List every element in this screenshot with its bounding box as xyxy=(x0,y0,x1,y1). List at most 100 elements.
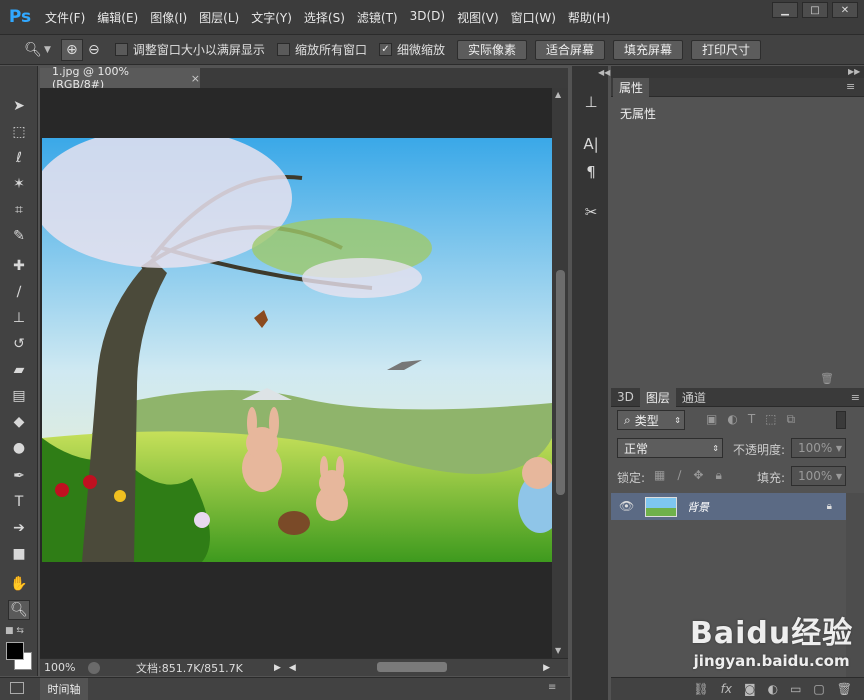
menu-3d[interactable]: 3D(D) xyxy=(404,9,451,26)
menu-view[interactable]: 视图(V) xyxy=(451,9,505,26)
vertical-scroll-thumb[interactable] xyxy=(556,270,565,495)
zoom-in-icon[interactable]: ⊕ xyxy=(60,38,83,61)
marquee-tool-icon[interactable]: ⬚ xyxy=(8,122,30,142)
clone-source-icon[interactable]: ⊥ xyxy=(580,92,602,112)
foreground-color-swatch[interactable] xyxy=(6,642,24,660)
zoom-tool-active-icon[interactable]: 🔍︎ xyxy=(8,600,30,620)
print-size-button[interactable]: 打印尺寸 xyxy=(691,39,762,60)
minimize-icon[interactable]: ▁ xyxy=(772,2,798,18)
hand-tool-icon[interactable]: ✋ xyxy=(8,574,30,594)
eraser-tool-icon[interactable]: ▰ xyxy=(8,360,30,380)
fill-screen-button[interactable]: 填充屏幕 xyxy=(613,39,684,60)
paragraph-panel-icon[interactable]: ¶ xyxy=(580,162,602,182)
menu-layer[interactable]: 图层(L) xyxy=(193,9,245,26)
tab-3d[interactable]: 3D xyxy=(611,388,640,407)
menu-edit[interactable]: 编辑(E) xyxy=(91,9,144,26)
lock-position-icon[interactable]: ✥ xyxy=(693,468,703,483)
swap-colors-icon[interactable]: ■ ⇆ xyxy=(5,626,33,638)
panel-menu-icon[interactable]: ≡ xyxy=(851,391,860,404)
history-brush-icon[interactable]: ↺ xyxy=(8,334,30,354)
blend-mode-select[interactable]: 正常 ⇕ xyxy=(617,438,723,458)
link-layers-icon[interactable]: ⛓ xyxy=(693,682,708,696)
scrubby-zoom-checkbox[interactable]: ✓ 细微缩放 xyxy=(378,41,445,58)
menu-image[interactable]: 图像(I) xyxy=(144,9,193,26)
collapse-arrows-icon[interactable]: ◀◀ xyxy=(598,68,610,77)
type-filter-icon[interactable]: T xyxy=(748,412,755,427)
checkbox-box[interactable] xyxy=(114,43,128,56)
eye-icon[interactable]: 👁︎ xyxy=(619,499,634,513)
panel-menu-icon[interactable]: ≡ xyxy=(846,80,855,93)
canvas-image[interactable] xyxy=(42,138,552,562)
zoom-out-icon[interactable]: ⊖ xyxy=(83,39,105,61)
delete-layer-icon[interactable]: 🗑︎ xyxy=(837,682,852,696)
menu-select[interactable]: 选择(S) xyxy=(298,9,351,26)
menu-type[interactable]: 文字(Y) xyxy=(245,9,298,26)
lock-all-icon[interactable]: 🔒︎ xyxy=(715,468,721,483)
horizontal-scroll-thumb[interactable] xyxy=(377,662,447,672)
tab-channels[interactable]: 通道 xyxy=(676,388,712,407)
gradient-tool-icon[interactable]: ▤ xyxy=(8,386,30,406)
tab-layers[interactable]: 图层 xyxy=(639,387,676,407)
type-tool-icon[interactable]: T xyxy=(8,492,30,512)
zoom-level[interactable]: 100% xyxy=(44,661,88,674)
menu-file[interactable]: 文件(F) xyxy=(39,9,91,26)
expand-arrows-icon[interactable]: ▶▶ xyxy=(848,67,860,76)
blur-tool-icon[interactable]: ◆ xyxy=(8,412,30,432)
adjustment-filter-icon[interactable]: ◐ xyxy=(727,412,737,427)
adjustment-layer-icon[interactable]: ◐ xyxy=(768,682,778,696)
pen-tool-icon[interactable]: ✒ xyxy=(8,466,30,486)
fit-screen-button[interactable]: 适合屏幕 xyxy=(534,39,605,60)
shape-tool-icon[interactable]: ■ xyxy=(8,544,30,564)
checkmark-icon[interactable]: ✓ xyxy=(378,43,392,56)
scroll-down-icon[interactable]: ▼ xyxy=(555,646,561,655)
dodge-tool-icon[interactable]: ● xyxy=(8,438,30,458)
resize-windows-checkbox[interactable]: 调整窗口大小以满屏显示 xyxy=(114,41,265,58)
layer-name[interactable]: 背景 xyxy=(687,499,709,515)
status-menu-arrow-icon[interactable]: ▶ xyxy=(274,663,281,673)
shape-filter-icon[interactable]: ⬚ xyxy=(765,412,776,427)
chevron-down-icon[interactable]: ▼ xyxy=(836,444,842,453)
fx-icon[interactable]: fx xyxy=(721,682,732,696)
close-tab-icon[interactable]: × xyxy=(191,72,200,85)
scroll-right-icon[interactable]: ▶ xyxy=(543,663,550,673)
layer-row[interactable]: 👁︎ 背景 🔒︎ xyxy=(611,493,846,520)
opacity-field[interactable]: 100% ▼ xyxy=(791,438,846,458)
fill-field[interactable]: 100% ▼ xyxy=(791,466,846,486)
document-tab[interactable]: 1.jpg @ 100%(RGB/8#) × xyxy=(40,65,200,91)
magic-wand-icon[interactable]: ✶ xyxy=(8,174,30,194)
eyedropper-icon[interactable]: ✎ xyxy=(8,226,30,246)
panel-menu-icon[interactable]: ≡ xyxy=(548,682,556,693)
new-group-icon[interactable]: ▭ xyxy=(790,682,801,696)
new-layer-icon[interactable]: ▢ xyxy=(813,682,824,696)
tool-preset-arrow-icon[interactable]: ▼ xyxy=(44,45,51,55)
menu-window[interactable]: 窗口(W) xyxy=(505,9,562,26)
brush-tool-icon[interactable]: ∕ xyxy=(8,282,30,302)
trash-icon[interactable]: 🗑︎ xyxy=(820,372,834,385)
chevron-down-icon[interactable]: ▼ xyxy=(836,472,842,481)
tool-presets-icon[interactable]: ✂ xyxy=(580,202,602,222)
move-tool-icon[interactable]: ➤ xyxy=(8,96,30,116)
zoom-tool-icon[interactable]: 🔍︎ xyxy=(22,39,44,61)
add-mask-icon[interactable]: ◙ xyxy=(744,682,756,696)
status-info-icon[interactable] xyxy=(88,661,100,674)
smart-object-filter-icon[interactable]: ⧉ xyxy=(787,412,796,427)
character-panel-icon[interactable]: A| xyxy=(580,134,602,154)
actual-pixels-button[interactable]: 实际像素 xyxy=(456,39,527,60)
lock-icon[interactable]: 🔒︎ xyxy=(827,501,832,512)
crop-tool-icon[interactable]: ⌗ xyxy=(8,200,30,220)
properties-tab[interactable]: 属性 xyxy=(613,78,649,97)
filter-toggle[interactable] xyxy=(836,411,846,429)
menu-help[interactable]: 帮助(H) xyxy=(562,9,616,26)
restore-icon[interactable]: □ xyxy=(802,2,828,18)
lasso-tool-icon[interactable]: ℓ xyxy=(8,148,30,168)
path-select-icon[interactable]: ➔ xyxy=(8,518,30,538)
close-icon[interactable]: ✕ xyxy=(832,2,858,18)
zoom-all-windows-checkbox[interactable]: 缩放所有窗口 xyxy=(276,41,367,58)
lock-transparent-icon[interactable]: ▦ xyxy=(654,468,665,483)
scroll-left-icon[interactable]: ◀ xyxy=(289,663,296,673)
scroll-up-icon[interactable]: ▲ xyxy=(555,90,561,99)
pixel-filter-icon[interactable]: ▣ xyxy=(706,412,717,427)
stamp-tool-icon[interactable]: ⊥ xyxy=(8,308,30,328)
layer-filter-select[interactable]: ⌕ 类型 ⇕ xyxy=(617,410,685,430)
lock-pixels-icon[interactable]: ∕ xyxy=(677,468,681,483)
